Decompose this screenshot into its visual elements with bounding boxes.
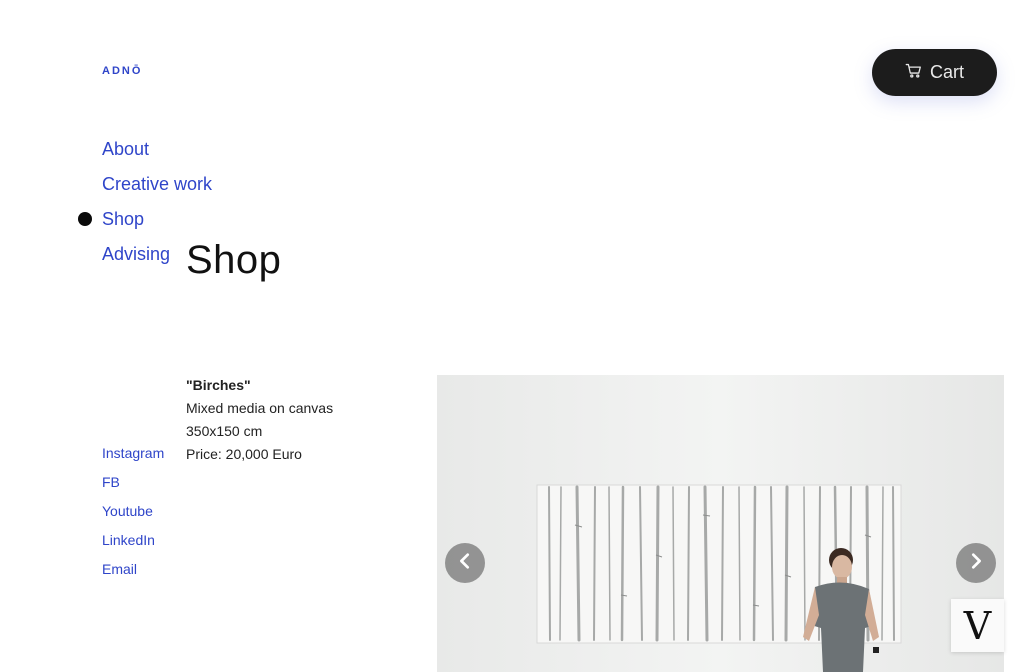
- nav-item-about[interactable]: About: [102, 137, 212, 172]
- product-gallery[interactable]: [437, 375, 1004, 672]
- page-title: Shop: [186, 238, 282, 282]
- product-medium: Mixed media on canvas: [186, 400, 334, 416]
- social-link-linkedin[interactable]: LinkedIn: [102, 529, 164, 558]
- nav-item-shop[interactable]: Shop: [78, 207, 212, 242]
- chevron-left-icon: [456, 552, 474, 575]
- product-photo: [437, 375, 1004, 672]
- chevron-right-icon: [967, 552, 985, 575]
- active-indicator-dot: [78, 212, 92, 226]
- social-link-email[interactable]: Email: [102, 558, 164, 587]
- site-badge[interactable]: V: [951, 599, 1004, 652]
- gallery-next-button[interactable]: [956, 543, 996, 583]
- social-link-youtube[interactable]: Youtube: [102, 500, 164, 529]
- social-links: Instagram FB Youtube LinkedIn Email: [102, 442, 164, 587]
- brand-logo[interactable]: ADNŌ: [102, 65, 142, 77]
- social-link-fb[interactable]: FB: [102, 471, 164, 500]
- product-price: Price: 20,000 Euro: [186, 446, 302, 462]
- gallery-prev-button[interactable]: [445, 543, 485, 583]
- product-size: 350x150 cm: [186, 423, 263, 439]
- cart-icon: [905, 62, 922, 84]
- cart-label: Cart: [929, 62, 964, 82]
- nav-item-creative-work[interactable]: Creative work: [102, 172, 212, 207]
- product-name: "Birches": [186, 377, 251, 393]
- product-info: "Birches" Mixed media on canvas 350x150 …: [186, 374, 333, 466]
- cart-button[interactable]: Cart: [872, 49, 997, 96]
- nav-item-shop-label: Shop: [102, 209, 145, 229]
- social-link-instagram[interactable]: Instagram: [102, 442, 164, 471]
